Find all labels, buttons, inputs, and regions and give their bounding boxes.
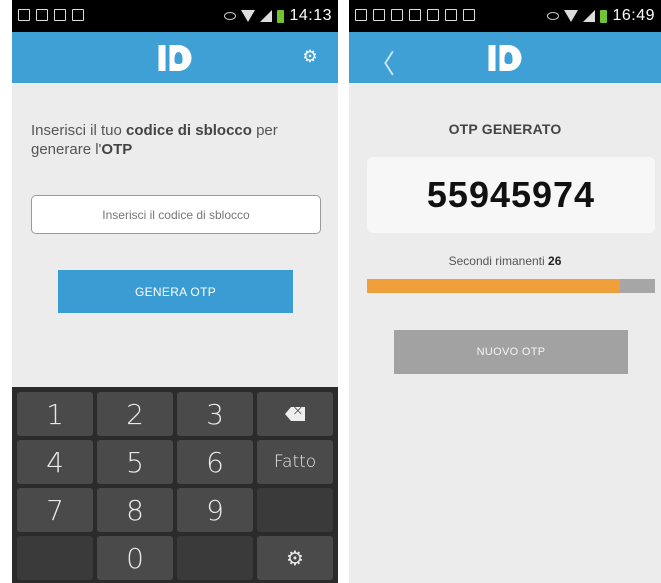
key-7[interactable]: 7 <box>17 488 93 532</box>
seconds-remaining: Secondi rimanenti 26 <box>448 254 562 268</box>
app-logo <box>488 43 522 73</box>
key-6[interactable]: 6 <box>177 440 253 484</box>
signal-icon <box>260 10 273 22</box>
backspace-key[interactable] <box>257 392 333 436</box>
otp-title: OTP GENERATO <box>448 121 562 137</box>
numeric-keyboard: 1 2 3 4 5 6 Fatto 7 8 9 0 ⚙ <box>12 387 338 583</box>
wifi-icon <box>564 10 579 22</box>
otp-value: 55945974 <box>426 174 596 215</box>
key-9[interactable]: 9 <box>177 488 253 532</box>
key-2[interactable]: 2 <box>97 392 173 436</box>
unlock-code-input[interactable] <box>31 195 321 234</box>
status-indicators: 16:49 <box>547 7 655 25</box>
empty-key <box>17 536 93 580</box>
app-bar: 〈 <box>349 32 661 83</box>
app-bar: ⚙ <box>12 32 338 83</box>
status-time: 14:13 <box>289 7 332 24</box>
countdown-progress-fill <box>367 279 621 293</box>
empty-key <box>177 536 253 580</box>
done-key[interactable]: Fatto <box>257 440 333 484</box>
wifi-icon <box>241 10 256 22</box>
seconds-value: 26 <box>548 254 562 268</box>
key-4[interactable]: 4 <box>17 440 93 484</box>
eye-icon <box>547 12 560 20</box>
notification-icons <box>355 9 475 21</box>
back-chevron-icon[interactable]: 〈 <box>369 44 395 81</box>
backspace-icon <box>285 407 305 421</box>
app-logo <box>158 43 192 73</box>
generate-otp-button[interactable]: GENERA OTP <box>58 270 293 313</box>
keyboard-settings-icon[interactable]: ⚙ <box>257 536 333 580</box>
settings-gear-icon[interactable]: ⚙ <box>302 48 318 65</box>
status-time: 16:49 <box>612 7 655 24</box>
instructions-text: Inserisci il tuo codice di sblocco per g… <box>31 122 278 158</box>
phone-screen-otp: 16:49 〈 OTP GENERATO 55945974 Secondi ri… <box>349 0 661 583</box>
key-1[interactable]: 1 <box>17 392 93 436</box>
key-3[interactable]: 3 <box>177 392 253 436</box>
new-otp-button[interactable]: NUOVO OTP <box>394 330 628 374</box>
key-8[interactable]: 8 <box>97 488 173 532</box>
phone-screen-unlock: 14:13 ⚙ Inserisci il tuo codice di sbloc… <box>12 0 338 583</box>
battery-icon <box>600 9 608 23</box>
empty-key <box>257 488 333 532</box>
battery-icon <box>277 9 285 23</box>
status-bar: 16:49 <box>349 0 661 32</box>
otp-card: 55945974 <box>367 157 655 233</box>
eye-icon <box>224 12 237 20</box>
countdown-progress-bar <box>367 279 655 293</box>
key-5[interactable]: 5 <box>97 440 173 484</box>
signal-icon <box>583 10 596 22</box>
status-bar: 14:13 <box>12 0 338 32</box>
notification-icons <box>18 9 84 21</box>
key-0[interactable]: 0 <box>97 536 173 580</box>
status-indicators: 14:13 <box>224 7 332 25</box>
